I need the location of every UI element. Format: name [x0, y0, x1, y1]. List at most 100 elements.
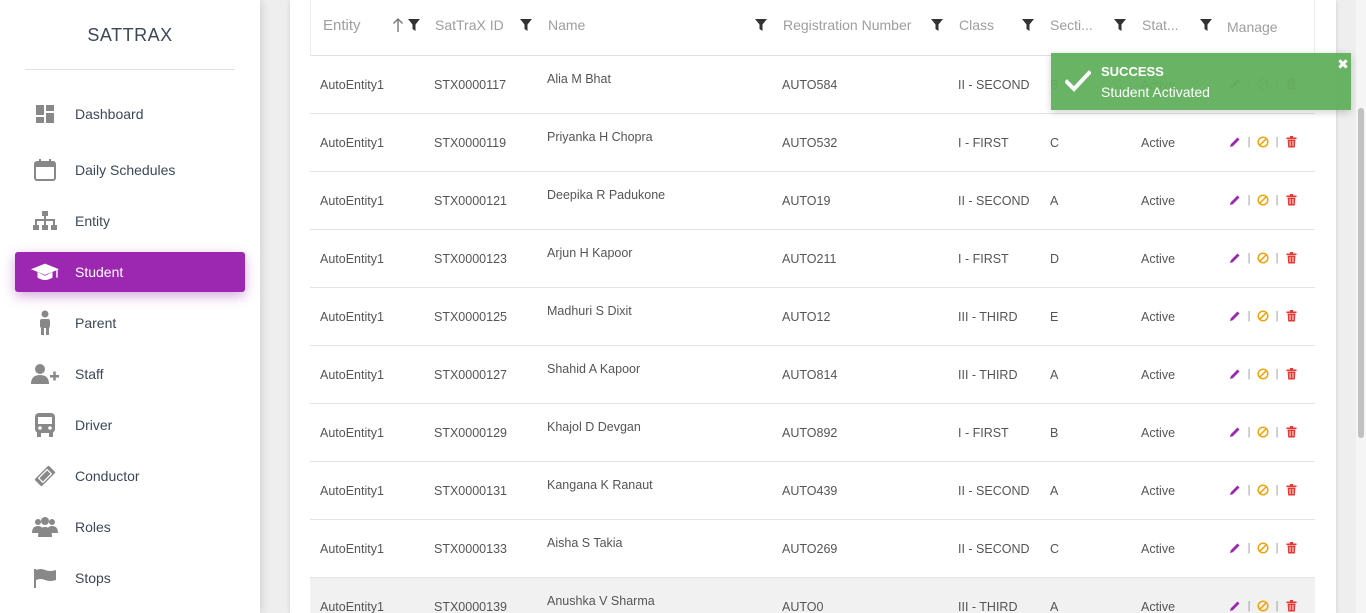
trash-icon[interactable]: [1284, 483, 1298, 497]
filter-icon-class[interactable]: [1022, 0, 1034, 50]
cell-sattrax-id: STX0000123: [434, 252, 507, 266]
block-icon[interactable]: [1256, 135, 1270, 149]
page-scrollbar-thumb[interactable]: [1358, 108, 1364, 438]
sidebar-item-driver[interactable]: Driver: [15, 405, 245, 445]
cell-name: Arjun H Kapoor: [547, 246, 633, 260]
edit-pencil-icon[interactable]: [1228, 193, 1242, 207]
cell-name: Shahid A Kapoor: [547, 362, 641, 376]
table-row[interactable]: AutoEntity1 STX0000125 Madhuri S Dixit AUTO…: [310, 288, 1315, 346]
sidebar-item-entity[interactable]: Entity: [15, 201, 245, 241]
edit-pencil-icon[interactable]: [1228, 367, 1242, 381]
cell-entity: AutoEntity1: [320, 252, 384, 266]
filter-icon-entity[interactable]: [408, 0, 420, 50]
sidebar-item-daily-schedules[interactable]: Daily Schedules: [15, 150, 245, 190]
cell-status: Active: [1141, 600, 1176, 613]
manage-actions: ||: [1228, 192, 1298, 208]
action-separator: |: [1247, 368, 1251, 380]
block-icon[interactable]: [1256, 367, 1270, 381]
action-separator: |: [1275, 194, 1279, 206]
trash-icon[interactable]: [1284, 251, 1298, 265]
cell-class: II - SECOND: [958, 542, 1030, 556]
manage-actions: ||: [1228, 482, 1298, 498]
edit-pencil-icon[interactable]: [1228, 599, 1242, 613]
cell-registration: AUTO439: [782, 484, 838, 498]
table-row[interactable]: AutoEntity1 STX0000127 Shahid A Kapoor AUTO…: [310, 346, 1315, 404]
table-row[interactable]: AutoEntity1 STX0000129 Khajol D Devgan AUTO…: [310, 404, 1315, 462]
header-status-label: Stat...: [1142, 17, 1179, 33]
header-name[interactable]: Name: [548, 0, 585, 50]
filter-icon-status[interactable]: [1200, 0, 1212, 50]
header-registration-number[interactable]: Registration Number: [783, 0, 911, 50]
header-sattrax-id[interactable]: SatTraX ID: [435, 0, 504, 50]
edit-pencil-icon[interactable]: [1228, 483, 1242, 497]
manage-actions: ||: [1228, 308, 1298, 324]
edit-pencil-icon[interactable]: [1228, 135, 1242, 149]
dashboard-icon: [30, 99, 60, 129]
checkmark-icon: [1064, 69, 1092, 93]
table-row[interactable]: AutoEntity1 STX0000133 Aisha S Takia AUTO26…: [310, 520, 1315, 578]
edit-pencil-icon[interactable]: [1228, 425, 1242, 439]
action-separator: |: [1247, 484, 1251, 496]
trash-icon[interactable]: [1284, 135, 1298, 149]
trash-icon[interactable]: [1284, 425, 1298, 439]
action-separator: |: [1275, 542, 1279, 554]
header-section[interactable]: Secti...: [1050, 0, 1093, 50]
sort-asc-icon[interactable]: [392, 0, 404, 50]
cell-section: A: [1050, 600, 1059, 613]
header-entity[interactable]: Entity: [323, 0, 361, 50]
sidebar-item-staff[interactable]: Staff: [15, 354, 245, 394]
manage-actions: ||: [1228, 540, 1298, 556]
table-row[interactable]: AutoEntity1 STX0000131 Kangana K Ranaut AUT…: [310, 462, 1315, 520]
trash-icon[interactable]: [1284, 541, 1298, 555]
brand-logo[interactable]: SATTRAX: [0, 0, 260, 70]
header-class[interactable]: Class: [959, 0, 994, 50]
sidebar-item-parent[interactable]: Parent: [15, 303, 245, 343]
cell-sattrax-id: STX0000117: [434, 78, 507, 92]
cell-section: C: [1050, 542, 1060, 556]
toast-message: Student Activated: [1101, 84, 1210, 100]
sidebar-item-dashboard[interactable]: Dashboard: [15, 94, 245, 134]
block-icon[interactable]: [1256, 599, 1270, 613]
brand-divider: [25, 69, 235, 70]
block-icon[interactable]: [1256, 251, 1270, 265]
cell-sattrax-id: STX0000125: [434, 310, 507, 324]
action-separator: |: [1247, 310, 1251, 322]
sidebar-item-student[interactable]: Student: [15, 252, 245, 292]
cell-status: Active: [1141, 368, 1176, 382]
header-entity-label: Entity: [323, 16, 361, 34]
block-icon[interactable]: [1256, 483, 1270, 497]
filter-icon-sattrax-id[interactable]: [520, 0, 532, 50]
trash-icon[interactable]: [1284, 367, 1298, 381]
block-icon[interactable]: [1256, 193, 1270, 207]
header-status[interactable]: Stat...: [1142, 0, 1179, 50]
action-separator: |: [1275, 368, 1279, 380]
cell-section: C: [1050, 136, 1060, 150]
block-icon[interactable]: [1256, 425, 1270, 439]
edit-pencil-icon[interactable]: [1228, 309, 1242, 323]
cell-name: Deepika R Padukone: [547, 188, 666, 202]
filter-icon-section[interactable]: [1114, 0, 1126, 50]
filter-icon-registration[interactable]: [931, 0, 943, 50]
sidebar-item-stops[interactable]: Stops: [15, 558, 245, 598]
filter-icon-name[interactable]: [755, 0, 767, 50]
trash-icon[interactable]: [1284, 193, 1298, 207]
block-icon[interactable]: [1256, 309, 1270, 323]
table-row[interactable]: AutoEntity1 STX0000139 Anushka V Sharma AUT…: [310, 578, 1315, 613]
edit-pencil-icon[interactable]: [1228, 541, 1242, 555]
header-name-label: Name: [548, 17, 586, 33]
table-row[interactable]: AutoEntity1 STX0000119 Priyanka H Chopra AU…: [310, 114, 1315, 172]
manage-actions: ||: [1228, 424, 1298, 440]
sidebar-item-label: Student: [75, 264, 124, 280]
table-row[interactable]: AutoEntity1 STX0000123 Arjun H Kapoor AUTO2…: [310, 230, 1315, 288]
toast-close-button[interactable]: ✖: [1337, 57, 1349, 71]
sidebar-item-conductor[interactable]: Conductor: [15, 456, 245, 496]
sidebar-item-roles[interactable]: Roles: [15, 507, 245, 547]
users-icon: [30, 512, 60, 542]
trash-icon[interactable]: [1284, 599, 1298, 613]
user-plus-icon: [30, 359, 60, 389]
edit-pencil-icon[interactable]: [1228, 251, 1242, 265]
trash-icon[interactable]: [1284, 309, 1298, 323]
cell-entity: AutoEntity1: [320, 600, 384, 613]
block-icon[interactable]: [1256, 541, 1270, 555]
table-row[interactable]: AutoEntity1 STX0000121 Deepika R Padukone A…: [310, 172, 1315, 230]
